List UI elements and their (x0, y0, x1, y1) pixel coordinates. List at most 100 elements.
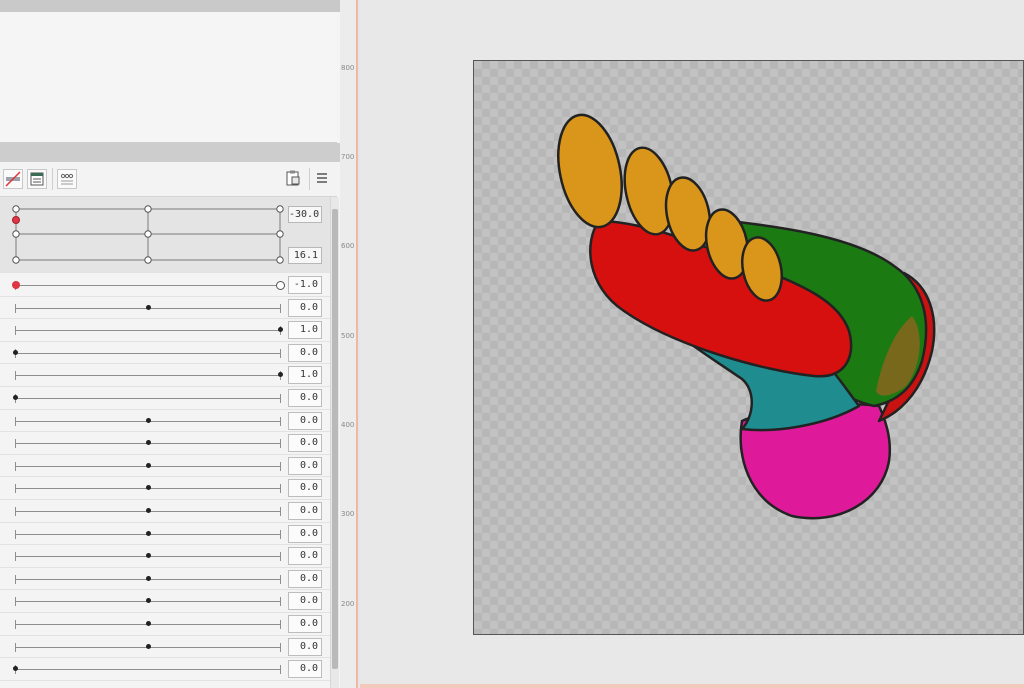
slider-track[interactable] (15, 669, 281, 671)
slider-track[interactable] (15, 285, 281, 286)
slider-value-field[interactable]: 0.0 (288, 547, 322, 566)
ruler-label: 200 (341, 600, 355, 608)
slider-value-field[interactable]: 0.0 (288, 343, 322, 362)
slider-knob[interactable] (145, 598, 151, 604)
slider-value-field[interactable]: 0.0 (288, 660, 322, 679)
slider-knob[interactable] (12, 281, 20, 289)
slider-knob[interactable] (13, 349, 18, 355)
slider-value-field[interactable]: 0.0 (288, 501, 322, 520)
clipboard-icon[interactable] (284, 169, 304, 189)
slider-row[interactable]: 0.0 (0, 410, 330, 433)
panel-divider[interactable] (0, 143, 340, 162)
slider-row[interactable]: 0.0 (0, 297, 330, 320)
panel-top-strip (0, 0, 340, 12)
slider-max-tick (280, 348, 281, 358)
slider-value-field[interactable]: 0.0 (288, 592, 322, 611)
slider-min-tick (15, 552, 16, 562)
slider-track[interactable] (15, 397, 281, 399)
slider-max-tick (280, 665, 281, 675)
slider-row[interactable]: 0.0 (0, 477, 330, 500)
scrollbar-thumb[interactable] (332, 209, 338, 669)
slider-row[interactable]: 0.0 (0, 590, 330, 613)
slider-value-field[interactable]: 1.0 (288, 321, 322, 340)
slider-knob[interactable] (278, 372, 283, 378)
slider-max-tick (280, 439, 281, 449)
slider-row[interactable]: 0.0 (0, 613, 330, 636)
slider-row[interactable]: 1.0 (0, 364, 330, 387)
slider-min-tick (15, 484, 16, 494)
slider-value-field[interactable]: 0.0 (288, 298, 322, 317)
slider-value-field[interactable]: -1.0 (288, 276, 322, 294)
slider-row[interactable]: 0.0 (0, 545, 330, 568)
curve-toggle-icon[interactable] (3, 169, 23, 189)
slider-knob[interactable] (145, 462, 151, 468)
slider-max-tick (280, 416, 281, 426)
slider-row[interactable]: 0.0 (0, 500, 330, 523)
slider-row[interactable]: 0.0 (0, 636, 330, 659)
slider-row[interactable]: 1.0 (0, 319, 330, 342)
ruler-label: 600 (341, 242, 355, 250)
ruler-label: 400 (341, 421, 355, 429)
slider-knob[interactable] (145, 417, 151, 423)
slider-row[interactable]: 0.0 (0, 342, 330, 365)
slider-knob[interactable] (13, 666, 18, 672)
slider-knob[interactable] (145, 485, 151, 491)
slider-knob[interactable] (145, 440, 151, 446)
slider-value-field[interactable]: 1.0 (288, 366, 322, 385)
slider-row[interactable]: -1.0 (0, 274, 330, 297)
slider-knob[interactable] (278, 327, 283, 333)
slider-value-field[interactable]: 0.0 (288, 456, 322, 475)
slider-value-field[interactable]: 0.0 (288, 479, 322, 498)
slider-row[interactable]: 0.0 (0, 658, 330, 681)
slider-track[interactable] (15, 352, 281, 354)
ruler-label: 300 (341, 510, 355, 518)
foot-model[interactable] (474, 61, 1023, 634)
panel-scrollbar[interactable] (330, 197, 339, 688)
slider-row[interactable]: 0.0 (0, 432, 330, 455)
slider-row[interactable]: 0.0 (0, 387, 330, 410)
slider-knob[interactable] (13, 394, 18, 400)
grid-value-x[interactable]: -30.0 (288, 206, 322, 223)
parameter-grid-graphic[interactable] (0, 197, 290, 273)
link-points-icon[interactable] (57, 169, 77, 189)
slider-value-field[interactable]: 0.0 (288, 614, 322, 633)
slider-knob[interactable] (145, 620, 151, 626)
slider-max-tick (280, 506, 281, 516)
slider-value-field[interactable]: 0.0 (288, 434, 322, 453)
vertical-ruler: 800 700 600 500 400 300 200 (340, 0, 358, 688)
list-view-icon[interactable] (27, 169, 47, 189)
slider-row[interactable]: 0.0 (0, 568, 330, 591)
big-toe (557, 113, 623, 229)
slider-knob[interactable] (145, 304, 151, 310)
slider-min-tick (15, 303, 16, 313)
canvas-frame[interactable] (473, 60, 1024, 635)
slider-value-field[interactable]: 0.0 (288, 637, 322, 656)
slider-value-field[interactable]: 0.0 (288, 411, 322, 430)
canvas-area (360, 0, 1024, 688)
slider-min-tick (15, 619, 16, 629)
slider-end-handle[interactable] (276, 281, 285, 290)
slider-max-tick (280, 619, 281, 629)
toolbar-separator (52, 168, 53, 190)
slider-max-tick (280, 574, 281, 584)
slider-list: -1.0 0.0 1.0 0.0 1.0 0.0 0.0 0.0 0.0 0.0 0.0 0.0 0.0… (0, 274, 330, 681)
slider-knob[interactable] (145, 530, 151, 536)
slider-row[interactable]: 0.0 (0, 455, 330, 478)
slider-track[interactable] (15, 375, 281, 377)
slider-min-tick (15, 416, 16, 426)
slider-knob[interactable] (145, 507, 151, 513)
slider-row[interactable]: 0.0 (0, 523, 330, 546)
grid-value-y[interactable]: 16.1 (288, 247, 322, 264)
slider-value-field[interactable]: 0.0 (288, 524, 322, 543)
slider-min-tick (15, 529, 16, 539)
slider-value-field[interactable]: 0.0 (288, 388, 322, 407)
menu-icon[interactable] (313, 169, 333, 189)
slider-value-field[interactable]: 0.0 (288, 569, 322, 588)
slider-track[interactable] (15, 330, 281, 332)
slider-knob[interactable] (145, 575, 151, 581)
grid-current-point[interactable] (12, 216, 20, 224)
slider-knob[interactable] (145, 553, 151, 559)
parameter-panel: -30.0 16.1 -1.0 0.0 1.0 0.0 1.0 0.0 0.0 0.0 0.0 0… (0, 0, 340, 688)
two-axis-parameter-grid[interactable]: -30.0 16.1 (0, 197, 330, 273)
slider-knob[interactable] (145, 643, 151, 649)
